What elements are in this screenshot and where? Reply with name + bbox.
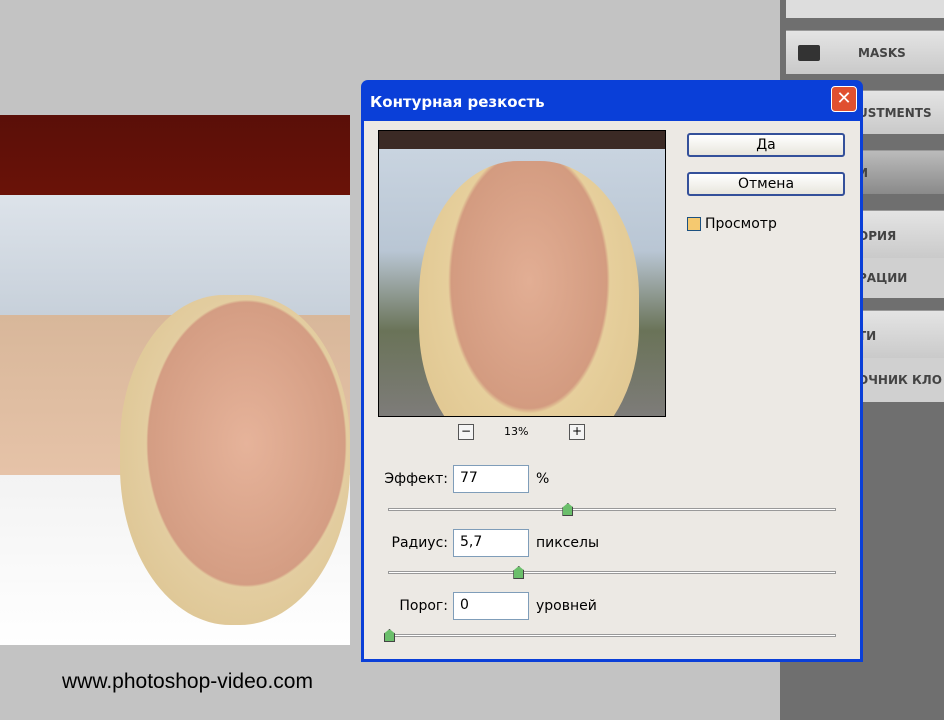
amount-slider-thumb[interactable]	[562, 503, 574, 516]
panel-label: ОРИЯ	[858, 228, 897, 243]
amount-slider[interactable]	[388, 503, 836, 516]
panel-masks[interactable]: MASKS	[786, 30, 944, 74]
threshold-unit: уровней	[536, 598, 597, 614]
threshold-slider[interactable]	[384, 629, 836, 642]
panel-top	[786, 0, 944, 18]
panel-label: USTMENTS	[858, 105, 932, 120]
close-button[interactable]: ✕	[831, 86, 857, 112]
zoom-out-button[interactable]: −	[458, 424, 474, 440]
zoom-level: 13%	[504, 425, 529, 438]
threshold-slider-thumb[interactable]	[384, 629, 395, 642]
amount-label: Эффект:	[384, 471, 448, 487]
radius-slider[interactable]	[388, 566, 836, 579]
amount-input[interactable]: 77	[453, 465, 529, 493]
panel-label: MASKS	[858, 45, 906, 60]
document-photo	[0, 115, 350, 645]
photo-face	[120, 295, 350, 625]
checkbox-icon	[687, 217, 701, 231]
preview-label: Просмотр	[705, 216, 777, 232]
dialog-title: Контурная резкость	[370, 93, 545, 111]
radius-label: Радиус:	[391, 535, 449, 551]
radius-slider-thumb[interactable]	[513, 566, 525, 579]
masks-icon	[798, 44, 820, 61]
panel-label: ОЧНИК КЛО	[858, 373, 942, 387]
preview-face	[419, 161, 639, 416]
radius-input[interactable]: 5,7	[453, 529, 529, 557]
amount-unit: %	[536, 471, 550, 487]
threshold-label: Порог:	[399, 598, 448, 614]
dialog-body: − 13% + Да Отмена Просмотр Эффект: 77 % …	[364, 121, 860, 659]
radius-unit: пикселы	[536, 535, 600, 551]
threshold-input[interactable]: 0	[453, 592, 529, 620]
zoom-in-button[interactable]: +	[569, 424, 585, 440]
preview-image[interactable]	[378, 130, 666, 417]
panel-label: РАЦИИ	[858, 271, 908, 285]
unsharp-mask-dialog: Контурная резкость ✕ − 13% + Да Отмена П…	[361, 80, 863, 662]
watermark: www.photoshop-video.com	[62, 670, 313, 693]
cancel-button[interactable]: Отмена	[687, 172, 845, 196]
preview-checkbox[interactable]: Просмотр	[687, 216, 777, 232]
ok-button[interactable]: Да	[687, 133, 845, 157]
